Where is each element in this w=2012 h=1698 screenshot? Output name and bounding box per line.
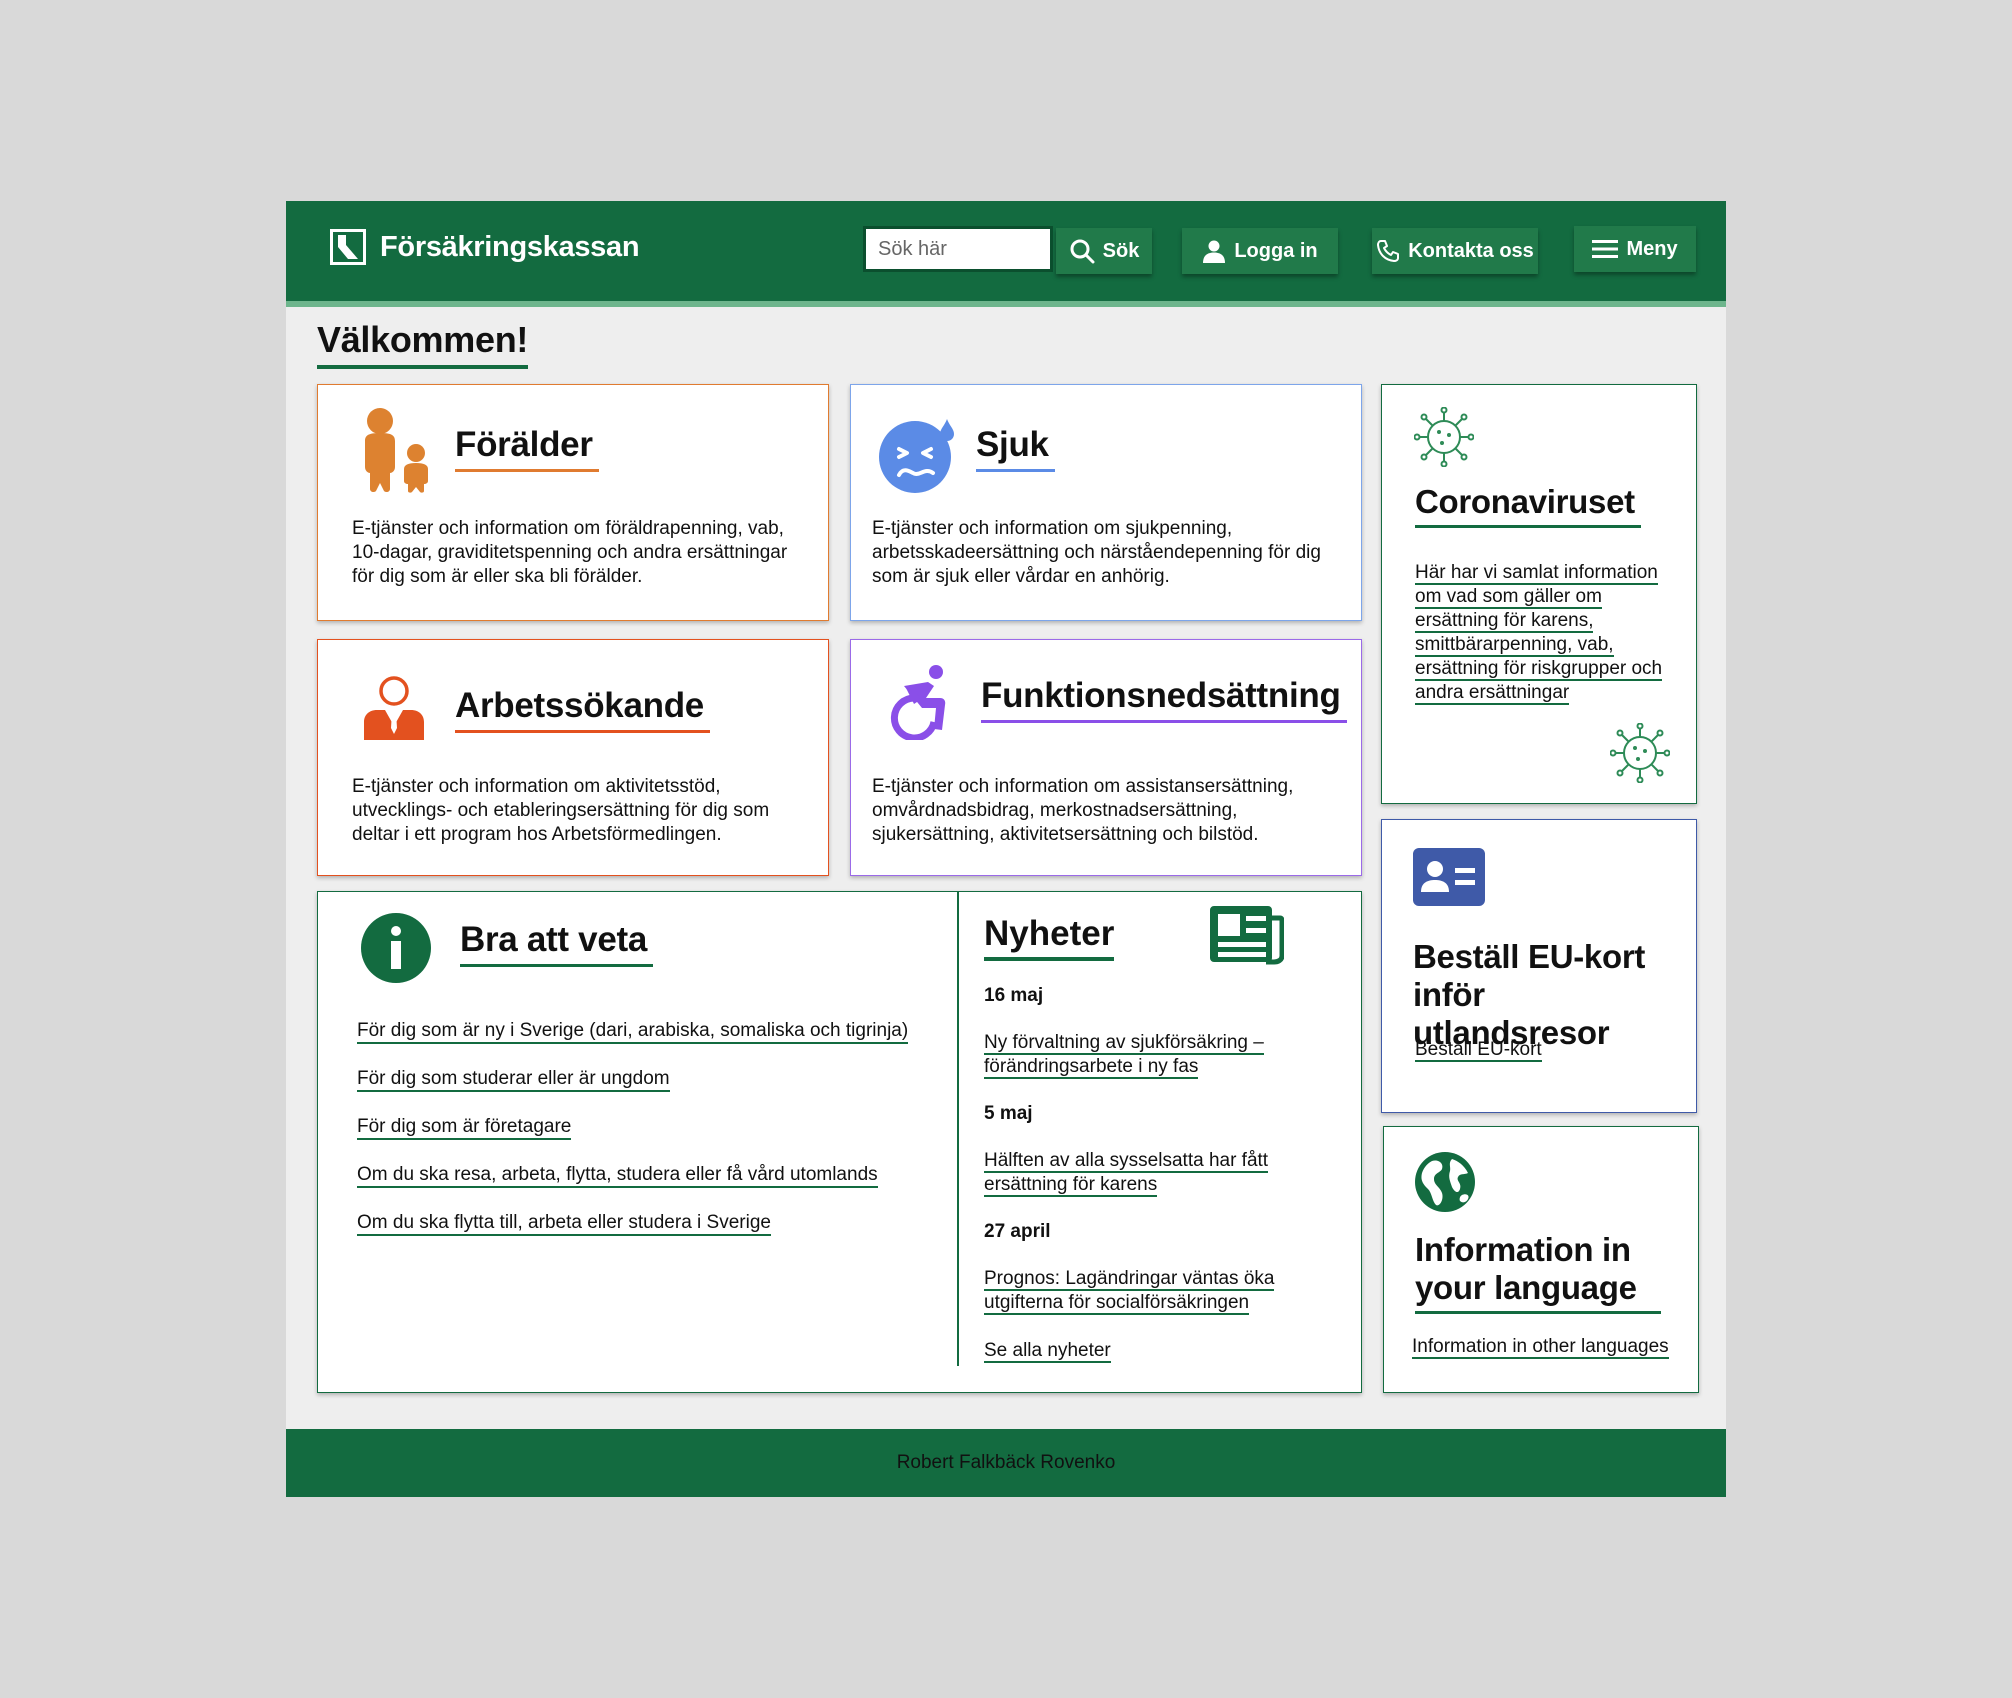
globe-icon [1415,1152,1475,1212]
virus-icon [1610,723,1670,783]
search-button[interactable]: Sök [1056,228,1152,274]
all-news-link[interactable]: Se alla nyheter [984,1339,1284,1363]
link-studerar[interactable]: För dig som studerar eller är ungdom [357,1068,670,1092]
menu-button[interactable]: Meny [1574,226,1696,272]
sick-face-icon [879,419,954,493]
card-arbetssokande[interactable]: Arbetssökande E-tjänster och information… [317,639,829,876]
jobseeker-icon [364,676,424,740]
card-sjuk[interactable]: Sjuk E-tjänster och information om sjukp… [850,384,1362,621]
card-eu-kort[interactable]: Beställ EU-kort inför utlandsresor Bestä… [1381,819,1697,1113]
menu-button-label: Meny [1626,237,1678,260]
link-foretagare[interactable]: För dig som är företagare [357,1116,572,1140]
login-button[interactable]: Logga in [1182,228,1338,274]
bra-att-veta-title: Bra att veta [460,920,654,967]
accessibility-icon [890,665,946,740]
logo-icon [330,229,366,265]
news-link[interactable]: Prognos: Lagändringar väntas öka utgifte… [984,1267,1284,1315]
section-divider [957,892,959,1366]
news-date: 16 maj [984,985,1044,1006]
parent-child-icon [365,408,428,493]
card-funktion-desc: E-tjänster och information om assistanse… [872,776,1294,845]
site-header: Försäkringskassan Sök Logga in Kontakta … [286,201,1726,307]
search-icon [1070,239,1095,264]
link-utomlands[interactable]: Om du ska resa, arbeta, flytta, studera … [357,1164,878,1188]
card-arbetssokande-desc: E-tjänster och information om aktivitets… [352,776,770,845]
news-title: Nyheter [984,914,1115,961]
news-link[interactable]: Ny förvaltning av sjukförsäkring – förän… [984,1031,1284,1079]
eu-kort-link[interactable]: Beställ EU-kort [1415,1038,1542,1062]
contact-button[interactable]: Kontakta oss [1372,228,1538,274]
card-sjuk-desc: E-tjänster och information om sjukpennin… [872,518,1321,587]
page-frame: Försäkringskassan Sök Logga in Kontakta … [286,201,1726,1497]
hamburger-icon [1592,240,1619,258]
user-icon [1203,240,1226,263]
search-input[interactable] [863,226,1053,272]
card-arbetssokande-title[interactable]: Arbetssökande [455,686,710,733]
logo[interactable]: Försäkringskassan [330,229,640,265]
search-button-label: Sök [1102,239,1140,262]
link-flytta-till-sverige[interactable]: Om du ska flytta till, arbeta eller stud… [357,1212,771,1236]
card-foralder-title[interactable]: Förälder [455,425,599,472]
card-foralder[interactable]: Förälder E-tjänster och information om f… [317,384,829,621]
language-title[interactable]: Information in your language [1415,1231,1661,1314]
card-funktionsnedsattning[interactable]: Funktionsnedsättning E-tjänster och info… [850,639,1362,876]
phone-icon [1377,240,1400,262]
news-link[interactable]: Hälften av alla sysselsatta har fått ers… [984,1149,1284,1197]
news-date: 5 maj [984,1103,1033,1124]
info-icon [361,913,431,983]
bra-att-veta-links: För dig som är ny i Sverige (dari, arabi… [357,1020,909,1260]
login-button-label: Logga in [1234,239,1318,262]
virus-icon [1414,407,1474,467]
language-link[interactable]: Information in other languages [1412,1335,1669,1359]
footer-credit: Robert Falkbäck Rovenko [896,1452,1116,1473]
card-sjuk-title[interactable]: Sjuk [976,425,1055,472]
site-footer: Robert Falkbäck Rovenko [286,1429,1726,1497]
page-title: Välkommen! [317,319,528,369]
card-bra-att-veta: Bra att veta För dig som är ny i Sverige… [317,891,1362,1393]
news-column: Nyheter 16 maj Ny förvaltning av sjukför… [984,914,1284,1363]
news-date: 27 april [984,1221,1051,1242]
logo-text: Försäkringskassan [380,230,640,263]
link-ny-i-sverige[interactable]: För dig som är ny i Sverige (dari, arabi… [357,1020,909,1044]
card-language[interactable]: Information in your language Information… [1383,1126,1699,1393]
card-coronaviruset[interactable]: Coronaviruset Här har vi samlat informat… [1381,384,1697,804]
card-foralder-desc: E-tjänster och information om föräldrape… [352,518,788,587]
corona-desc[interactable]: Här har vi samlat information om vad som… [1415,561,1685,705]
id-card-icon [1413,848,1485,906]
corona-title[interactable]: Coronaviruset [1415,483,1641,528]
card-funktion-title[interactable]: Funktionsnedsättning [981,676,1347,723]
contact-button-label: Kontakta oss [1408,239,1534,262]
